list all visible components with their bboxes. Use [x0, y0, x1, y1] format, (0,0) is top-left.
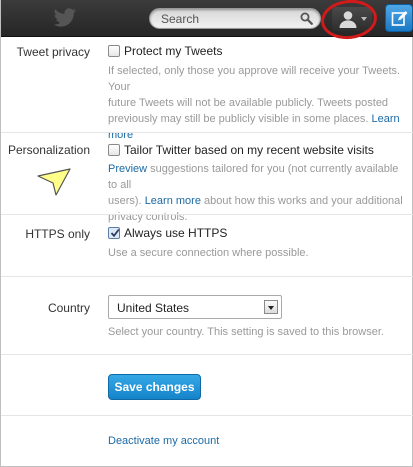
pointer-arrow-icon	[37, 168, 71, 196]
protect-tweets-checkbox[interactable]	[108, 45, 120, 57]
section-divider	[1, 276, 413, 277]
section-divider	[1, 132, 413, 133]
deactivate-account-link[interactable]: Deactivate my account	[108, 435, 219, 447]
tailor-twitter-checkbox-label[interactable]: Tailor Twitter based on my recent websit…	[124, 143, 374, 157]
personalization-help-line: users). Learn more about how this works …	[108, 193, 404, 209]
learn-more-link[interactable]: Learn more	[145, 195, 201, 207]
country-select-value: United States	[117, 301, 190, 315]
https-only-label: HTTPS only	[25, 227, 90, 241]
checkmark-icon	[110, 228, 120, 238]
personalization-help-text: about how this works and your additional	[200, 195, 403, 207]
dropdown-arrow-icon[interactable]	[264, 300, 278, 314]
tweet-privacy-help-line: If selected, only those you approve will…	[108, 65, 401, 93]
tweet-privacy-label: Tweet privacy	[16, 45, 90, 59]
compose-tweet-button[interactable]	[385, 4, 413, 32]
twitter-bird-icon[interactable]	[53, 8, 77, 28]
compose-icon	[391, 11, 408, 26]
section-divider	[1, 415, 413, 416]
highlight-circle	[319, 0, 379, 42]
learn-more-link-continuation[interactable]: more	[108, 129, 133, 141]
personalization-help-text: suggestions tailored for you (not curren…	[108, 163, 399, 191]
personalization-help-line: privacy controls.	[108, 211, 188, 223]
section-divider	[1, 354, 413, 355]
settings-page: Tweet privacy Protect my Tweets If selec…	[0, 0, 413, 467]
top-navigation-bar	[1, 0, 413, 42]
tweet-privacy-help-line: future Tweets will not be available publ…	[108, 97, 389, 109]
tweet-privacy-help: If selected, only those you approve will…	[108, 63, 404, 143]
always-use-https-checkbox[interactable]	[108, 227, 120, 239]
search-icon[interactable]	[300, 12, 313, 25]
personalization-label: Personalization	[7, 143, 90, 157]
always-use-https-checkbox-label[interactable]: Always use HTTPS	[124, 226, 227, 240]
country-help: Select your country. This setting is sav…	[108, 326, 384, 338]
search-box	[149, 8, 321, 29]
preview-link[interactable]: Preview	[108, 163, 147, 175]
save-changes-button[interactable]: Save changes	[108, 374, 201, 400]
personalization-help: Preview suggestions tailored for you (no…	[108, 161, 404, 225]
personalization-help-line: Preview suggestions tailored for you (no…	[108, 161, 404, 193]
search-input[interactable]	[150, 9, 300, 28]
country-select[interactable]: United States	[108, 295, 282, 319]
tailor-twitter-checkbox[interactable]	[108, 144, 120, 156]
tweet-privacy-help-line: more	[108, 127, 404, 143]
section-divider	[1, 214, 413, 215]
https-help: Use a secure connection where possible.	[108, 247, 309, 259]
tweet-privacy-help-text: previously may still be publicly visible…	[108, 113, 369, 125]
learn-more-link[interactable]: Learn	[372, 113, 400, 125]
personalization-help-text: users).	[108, 195, 145, 207]
protect-tweets-checkbox-label[interactable]: Protect my Tweets	[124, 44, 222, 58]
country-label: Country	[47, 301, 90, 315]
tweet-privacy-help-line: previously may still be publicly visible…	[108, 111, 404, 127]
